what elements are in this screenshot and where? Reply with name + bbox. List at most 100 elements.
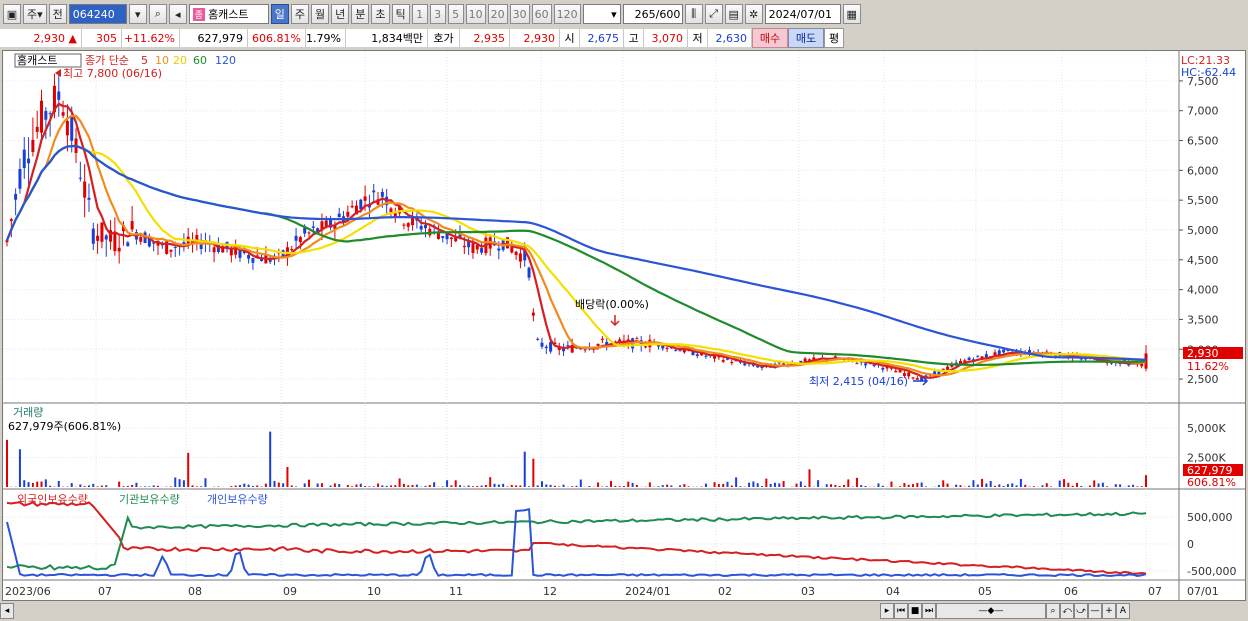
- period-year[interactable]: 년: [331, 4, 350, 24]
- x-axis-right-label: 07/01: [1187, 585, 1219, 598]
- market-select[interactable]: 주 ▾: [23, 4, 47, 24]
- volume-bar: [1006, 484, 1009, 487]
- candle-body: [1002, 349, 1006, 353]
- volume-bar: [471, 486, 474, 487]
- buy-button[interactable]: 매수: [752, 28, 788, 48]
- calendar-icon[interactable]: ▦: [842, 4, 861, 24]
- interval-120[interactable]: 120: [553, 4, 581, 24]
- volume-bar: [855, 477, 858, 487]
- period-second[interactable]: 초: [371, 4, 390, 24]
- y-axis-label: 6,000: [1187, 164, 1219, 177]
- volume-bar: [808, 469, 811, 487]
- interval-60[interactable]: 60: [531, 4, 552, 24]
- interval-5[interactable]: 5: [447, 4, 464, 24]
- volume-bar: [1011, 483, 1014, 487]
- custom-interval-dropdown[interactable]: ▾: [582, 4, 621, 24]
- volume-bar: [605, 486, 608, 487]
- candle-body: [674, 349, 678, 351]
- speaker-icon[interactable]: ◂: [168, 4, 187, 24]
- candle-body: [298, 237, 302, 243]
- volume-bar: [571, 486, 574, 487]
- volume-bar: [627, 481, 630, 487]
- line-tool-icon[interactable]: ⤢: [704, 4, 723, 24]
- prev-icon[interactable]: ⤺: [1060, 603, 1074, 619]
- volume-bar: [515, 485, 518, 487]
- zoom-out-icon[interactable]: ⌕: [1046, 603, 1060, 619]
- stock-tag-badge: 종: [192, 7, 206, 21]
- candle-body: [251, 258, 255, 263]
- max-arrow-marker: [55, 69, 61, 77]
- candle-body: [644, 346, 648, 348]
- window-icon[interactable]: ▣: [3, 4, 21, 24]
- code-dropdown-button[interactable]: ▾: [128, 4, 147, 24]
- period-month[interactable]: 월: [311, 4, 330, 24]
- interval-3[interactable]: 3: [429, 4, 446, 24]
- candle-body: [359, 199, 363, 210]
- candle-body: [139, 236, 143, 242]
- chart-svg[interactable]: 7,5007,0006,5006,0005,5005,0004,5004,000…: [3, 51, 1245, 600]
- auto-icon[interactable]: A: [1116, 603, 1130, 619]
- interval-10[interactable]: 10: [465, 4, 486, 24]
- minus-icon[interactable]: —: [1088, 603, 1102, 619]
- date-input[interactable]: 2024/07/01: [764, 4, 841, 24]
- gear-icon[interactable]: ✲: [744, 4, 763, 24]
- volume-bar: [377, 483, 380, 487]
- volume-bar: [157, 485, 160, 487]
- volume-bar: [44, 479, 47, 487]
- period-day[interactable]: 일: [270, 4, 289, 24]
- eval-button[interactable]: 평: [824, 28, 844, 48]
- interval-30[interactable]: 30: [509, 4, 530, 24]
- volume-bar: [83, 486, 86, 487]
- volume-bar: [1101, 482, 1104, 487]
- candle-body: [510, 247, 514, 253]
- first-page-icon[interactable]: ⏮: [894, 603, 908, 619]
- moving-average-line-120: [5, 144, 1147, 361]
- period-week[interactable]: 주: [290, 4, 310, 24]
- volume-bar: [1071, 485, 1074, 487]
- candle-body: [695, 354, 699, 357]
- volume-bar: [920, 482, 923, 487]
- stock-code-input[interactable]: 064240: [68, 4, 127, 24]
- moving-average-line-60: [5, 144, 1147, 367]
- volume-bar: [519, 485, 522, 487]
- scroll-right-arrow[interactable]: ▸: [880, 603, 894, 619]
- scroll-left-arrow[interactable]: ◂: [0, 603, 14, 619]
- period-tick[interactable]: 틱: [391, 4, 410, 24]
- search-icon[interactable]: ⌕: [148, 4, 167, 24]
- count-field[interactable]: 265 /600: [622, 4, 683, 24]
- candle-body: [704, 355, 708, 357]
- candle-body: [350, 205, 354, 208]
- candle-body: [57, 91, 61, 100]
- candle-body: [864, 363, 868, 366]
- candle-body: [600, 338, 604, 340]
- save-icon[interactable]: ▤: [724, 4, 743, 24]
- ask-price: 2,935: [460, 29, 510, 47]
- stop-icon[interactable]: ■: [908, 603, 922, 619]
- legend-ma-label: 종가 단순: [85, 54, 129, 67]
- plus-icon[interactable]: +: [1102, 603, 1116, 619]
- scroll-track[interactable]: [14, 603, 880, 619]
- volume-bar: [765, 478, 768, 487]
- candle-type-icon[interactable]: ⫼: [684, 4, 703, 24]
- market2-select[interactable]: 전: [48, 4, 67, 24]
- volume-bar: [761, 486, 764, 487]
- volume-bar: [998, 484, 1001, 487]
- volume-bar: [217, 486, 220, 487]
- volume-bar: [96, 486, 99, 487]
- chart-area[interactable]: 7,500 7,000 6,500 6,000 5,500 5,000 4,500 4,000…: [2, 50, 1246, 601]
- candle-body: [117, 247, 121, 252]
- sell-button[interactable]: 매도: [788, 28, 824, 48]
- volume-bar: [100, 485, 103, 487]
- zoom-slider[interactable]: —◆—: [936, 603, 1046, 619]
- candle-body: [104, 235, 108, 240]
- candle-body: [44, 111, 48, 120]
- period-minute[interactable]: 분: [351, 4, 370, 24]
- next-page-icon[interactable]: ⏭: [922, 603, 936, 619]
- candle-body: [363, 196, 367, 201]
- interval-20[interactable]: 20: [487, 4, 508, 24]
- volume-bar: [924, 486, 927, 487]
- interval-1[interactable]: 1: [411, 4, 428, 24]
- high-label: 고: [624, 29, 644, 47]
- stock-name-field[interactable]: 종 홈캐스트: [188, 4, 269, 24]
- next-icon[interactable]: ⤻: [1074, 603, 1088, 619]
